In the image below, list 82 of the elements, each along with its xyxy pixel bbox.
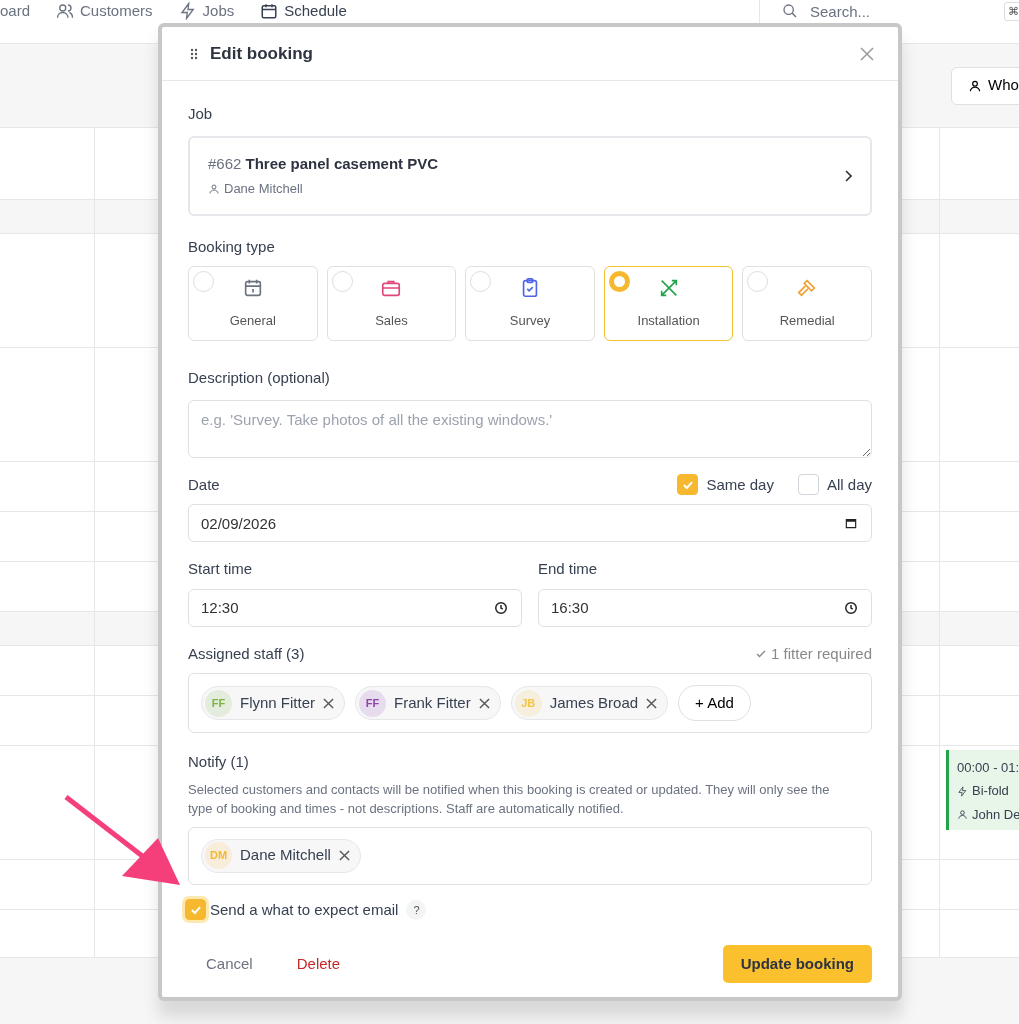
delete-button[interactable]: Delete bbox=[278, 946, 359, 982]
filter-button[interactable]: Who bbox=[951, 66, 1019, 105]
remove-icon[interactable] bbox=[646, 697, 658, 709]
checkbox-label: Same day bbox=[706, 474, 774, 495]
nav-item[interactable]: Schedule bbox=[260, 2, 347, 20]
option-label: Sales bbox=[375, 312, 408, 330]
help-text: Selected customers and contacts will be notified when this booking is created or updated. They will only see the type of booking and times - not descriptions. Staff are automatically notified. bbox=[188, 780, 831, 818]
chevron-right-icon bbox=[844, 169, 852, 182]
shortcut-key: ⌘ bbox=[1004, 2, 1019, 21]
job-title: #662 Three panel casement PVC bbox=[208, 153, 439, 174]
nav-item[interactable]: Jobs bbox=[178, 2, 235, 20]
person-icon bbox=[968, 78, 982, 93]
time-field[interactable]: 16:30 bbox=[538, 588, 872, 627]
field-label: End time bbox=[538, 559, 599, 579]
close-icon[interactable] bbox=[860, 46, 874, 61]
users-icon bbox=[56, 2, 75, 20]
radio-button[interactable] bbox=[747, 271, 769, 292]
checkbox-label: Send a what to expect email bbox=[210, 899, 399, 920]
option-label: Remedial bbox=[779, 312, 835, 330]
checkbox-label: All day bbox=[826, 474, 872, 495]
remove-icon[interactable] bbox=[338, 850, 350, 861]
clock-icon bbox=[844, 600, 858, 615]
checkbox[interactable] bbox=[677, 474, 699, 496]
radio-button[interactable] bbox=[331, 271, 353, 292]
field-label: Date bbox=[188, 474, 220, 495]
avatar: JB bbox=[514, 689, 542, 717]
person-name: Frank Fitter bbox=[394, 692, 471, 713]
booking-type-option[interactable]: Installation bbox=[603, 266, 734, 341]
calendar-icon bbox=[260, 2, 279, 20]
nav-item[interactable]: oard bbox=[0, 2, 31, 20]
option-label: General bbox=[229, 312, 276, 330]
booking-type-option[interactable]: Sales bbox=[326, 266, 457, 341]
help-icon[interactable]: ? bbox=[406, 899, 427, 920]
checkbox[interactable] bbox=[185, 899, 206, 921]
radio-button[interactable] bbox=[193, 271, 214, 292]
person-name: James Broad bbox=[549, 692, 639, 713]
person-icon bbox=[957, 808, 968, 820]
search-field[interactable]: Search... bbox=[808, 2, 958, 22]
avatar: FF bbox=[205, 689, 232, 717]
customer-name: Dane Mitchell bbox=[224, 180, 303, 198]
field-label: Assigned staff (3) bbox=[188, 643, 305, 664]
remove-icon[interactable] bbox=[478, 697, 490, 709]
clock-icon bbox=[494, 600, 508, 615]
cancel-button[interactable]: Cancel bbox=[188, 946, 271, 982]
field-label: Notify (1) bbox=[188, 752, 250, 772]
requirement-text: 1 fitter required bbox=[771, 643, 872, 664]
calendar-cell[interactable]: 00:00 - 01: Bi-fold John De bbox=[940, 746, 1019, 860]
calendar-icon bbox=[844, 516, 858, 530]
booking-type-option[interactable]: Survey bbox=[465, 266, 595, 341]
booking-type-option[interactable]: Remedial bbox=[742, 266, 872, 341]
dialog-title: Edit booking bbox=[210, 42, 313, 65]
job-card[interactable]: #662 Three panel casement PVC Dane Mitchell bbox=[188, 135, 872, 216]
radio-button[interactable] bbox=[608, 271, 630, 292]
event-card[interactable]: 00:00 - 01: Bi-fold John De bbox=[946, 750, 1019, 830]
avatar: DM bbox=[205, 842, 232, 869]
lightning-icon bbox=[957, 785, 968, 797]
lightning-icon bbox=[178, 2, 197, 20]
update-button[interactable]: Update booking bbox=[722, 945, 872, 983]
option-label: Survey bbox=[509, 312, 551, 330]
option-label: Installation bbox=[637, 312, 700, 330]
person-name: Flynn Fitter bbox=[240, 692, 315, 713]
event-title: Bi-fold bbox=[972, 782, 1009, 801]
person-name: Dane Mitchell bbox=[240, 845, 331, 866]
remove-icon[interactable] bbox=[323, 697, 334, 709]
date-field[interactable]: 02/09/2026 bbox=[188, 504, 872, 542]
event-person: John De bbox=[972, 805, 1019, 824]
field-label: Description (optional) bbox=[188, 368, 331, 388]
add-button[interactable]: + Add bbox=[678, 685, 751, 721]
description-field[interactable]: e.g. 'Survey. Take photos of all the existing windows.' bbox=[188, 399, 872, 458]
checkbox[interactable] bbox=[797, 474, 819, 496]
nav-item[interactable]: Customers bbox=[56, 2, 153, 20]
field-label: Booking type bbox=[188, 236, 276, 257]
booking-type-option[interactable]: General bbox=[188, 266, 318, 341]
person-icon bbox=[208, 182, 220, 195]
search-icon bbox=[782, 3, 798, 19]
drag-handle-icon[interactable] bbox=[190, 47, 198, 60]
field-label: Job bbox=[188, 104, 214, 124]
field-label: Start time bbox=[188, 559, 254, 579]
event-time: 00:00 - 01: bbox=[957, 759, 1019, 777]
avatar: FF bbox=[359, 689, 386, 717]
radio-button[interactable] bbox=[470, 271, 492, 292]
time-field[interactable]: 12:30 bbox=[188, 588, 522, 627]
